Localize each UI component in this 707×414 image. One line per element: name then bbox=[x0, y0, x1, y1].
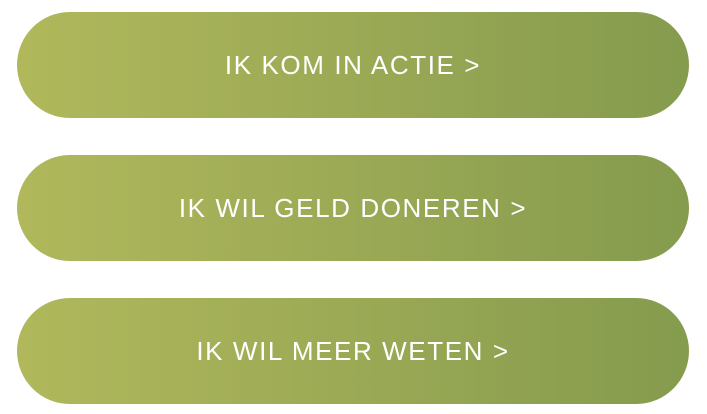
learn-more-button-label: IK WIL MEER WETEN > bbox=[196, 335, 510, 366]
learn-more-button[interactable]: IK WIL MEER WETEN > bbox=[17, 298, 689, 404]
donate-money-button-label: IK WIL GELD DONEREN > bbox=[178, 192, 528, 223]
take-action-button-label: IK KOM IN ACTIE > bbox=[224, 49, 482, 80]
donate-money-button[interactable]: IK WIL GELD DONEREN > bbox=[17, 155, 689, 261]
take-action-button[interactable]: IK KOM IN ACTIE > bbox=[17, 12, 689, 118]
cta-button-stack: IK KOM IN ACTIE > IK WIL GELD DONEREN > … bbox=[0, 0, 707, 414]
